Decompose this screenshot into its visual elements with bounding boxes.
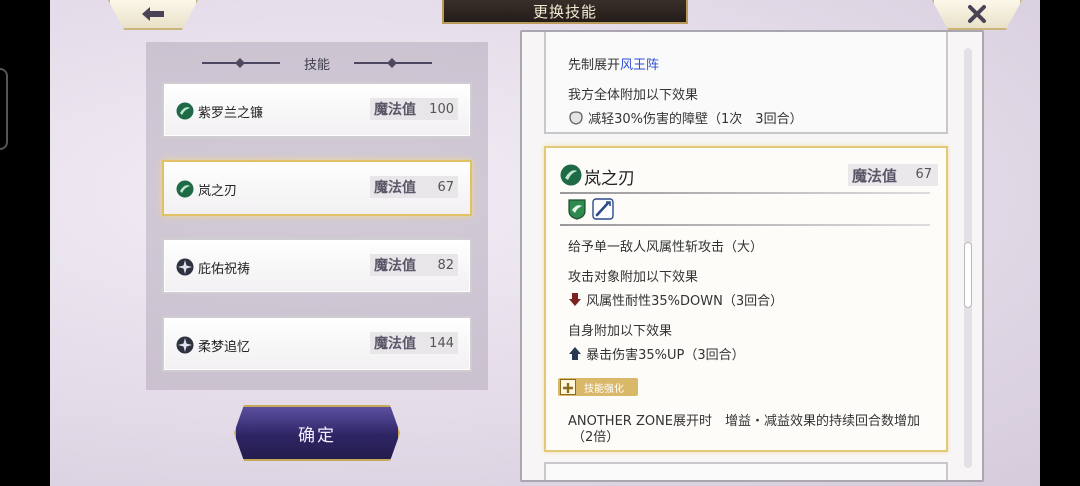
page-title: 更换技能 xyxy=(442,0,688,24)
skill-name: 紫罗兰之镰 xyxy=(198,106,264,121)
skill-enhance-label: 技能强化 xyxy=(584,384,624,395)
star-seal-icon xyxy=(176,336,194,354)
effect-desc-3: 风属性耐性35%DOWN（3回合） xyxy=(568,290,783,309)
mp-value: 82 xyxy=(437,257,454,273)
divider xyxy=(560,224,930,226)
selected-skill-card: 岚之刃 魔法值 67 给予单一敌人风属性斩攻击（大） 攻击对象附加以下效果 风属… xyxy=(544,146,948,452)
mp-badge: 魔法值 67 xyxy=(848,164,938,186)
divider xyxy=(560,192,930,194)
effect-desc-2: 攻击对象附加以下效果 xyxy=(568,270,699,285)
effect-desc-7: （2倍） xyxy=(572,430,620,445)
wind-orb-icon xyxy=(560,164,582,186)
skill-list-panel: 技能 紫罗兰之镰 魔法值 100 岚之刃 魔法值 67 庇佑祝祷 魔法值 82 … xyxy=(146,42,488,390)
star-seal-icon xyxy=(176,258,194,276)
skill-list-header: 技能 xyxy=(146,52,488,74)
game-screen: 更换技能 技能 紫罗兰之镰 魔法值 100 岚之刃 魔法值 67 庇佑祝祷 魔法… xyxy=(0,0,1080,486)
mp-label: 魔法值 xyxy=(374,336,416,352)
wind-orb-icon xyxy=(176,180,194,198)
effect-desc-1: 给予单一敌人风属性斩攻击（大） xyxy=(568,240,764,255)
arrow-down-icon xyxy=(569,293,581,306)
slash-attack-icon xyxy=(592,198,614,220)
skill-card-2[interactable]: 岚之刃 魔法值 67 xyxy=(162,160,472,216)
arrow-up-icon xyxy=(569,347,581,360)
skill-enhance-tag: 技能强化 xyxy=(558,378,638,396)
plus-icon xyxy=(560,379,576,395)
mp-badge: 魔法值 67 xyxy=(370,176,458,198)
mp-badge: 魔法值 100 xyxy=(370,98,458,120)
effect-desc-4: 自身附加以下效果 xyxy=(568,324,673,339)
ornament-left xyxy=(201,60,280,66)
mp-label: 魔法值 xyxy=(374,258,416,274)
wind-attribute-icon xyxy=(568,199,586,220)
prev-line-2: 我方全体附加以下效果 xyxy=(568,88,699,103)
arrow-left-icon xyxy=(142,7,164,21)
mp-label: 魔法值 xyxy=(374,102,416,118)
skill-list-title: 技能 xyxy=(303,57,330,73)
ornament-right xyxy=(354,60,432,66)
right-letterbox xyxy=(1040,0,1080,486)
mp-badge: 魔法值 144 xyxy=(370,332,458,354)
wind-king-formation-link[interactable]: 风王阵 xyxy=(620,58,659,73)
confirm-button[interactable]: 确定 xyxy=(234,405,400,461)
device-notch xyxy=(0,68,8,150)
skill-name: 柔梦追忆 xyxy=(198,340,251,355)
prev-skill-card: 先制展开风王阵 我方全体附加以下效果 减轻30%伤害的障壁（1次 3回合） xyxy=(544,32,948,134)
mp-badge: 魔法值 82 xyxy=(370,254,458,276)
next-skill-card xyxy=(544,462,948,480)
skill-detail-panel[interactable]: 先制展开风王阵 我方全体附加以下效果 减轻30%伤害的障壁（1次 3回合） 岚之… xyxy=(520,30,984,482)
mp-label: 魔法值 xyxy=(852,167,898,185)
barrier-icon xyxy=(569,111,583,125)
mp-value: 100 xyxy=(429,101,454,117)
skill-name: 岚之刃 xyxy=(198,184,238,199)
skill-card-3[interactable]: 庇佑祝祷 魔法值 82 xyxy=(162,238,472,294)
skill-detail-title: 岚之刃 xyxy=(584,169,635,189)
effect-desc-6: ANOTHER ZONE展开时 增益・减益效果的持续回合数增加 xyxy=(568,414,921,429)
close-button[interactable] xyxy=(932,0,1022,30)
scrollbar-thumb[interactable] xyxy=(964,242,972,308)
effect-desc-5: 暴击伤害35%UP（3回合） xyxy=(568,344,745,363)
mp-value: 67 xyxy=(437,179,454,195)
mp-label: 魔法值 xyxy=(374,180,416,196)
skill-card-1[interactable]: 紫罗兰之镰 魔法值 100 xyxy=(162,82,472,138)
detail-scrollbar[interactable] xyxy=(964,48,972,468)
wind-orb-icon xyxy=(176,102,194,120)
back-button[interactable] xyxy=(108,0,198,30)
skill-name: 庇佑祝祷 xyxy=(198,262,251,277)
mp-value: 67 xyxy=(915,167,932,182)
x-icon xyxy=(968,5,986,23)
prev-line-1: 先制展开风王阵 xyxy=(568,58,660,73)
mp-value: 144 xyxy=(429,335,454,351)
skill-card-4[interactable]: 柔梦追忆 魔法值 144 xyxy=(162,316,472,372)
prev-line-3: 减轻30%伤害的障壁（1次 3回合） xyxy=(568,108,803,127)
